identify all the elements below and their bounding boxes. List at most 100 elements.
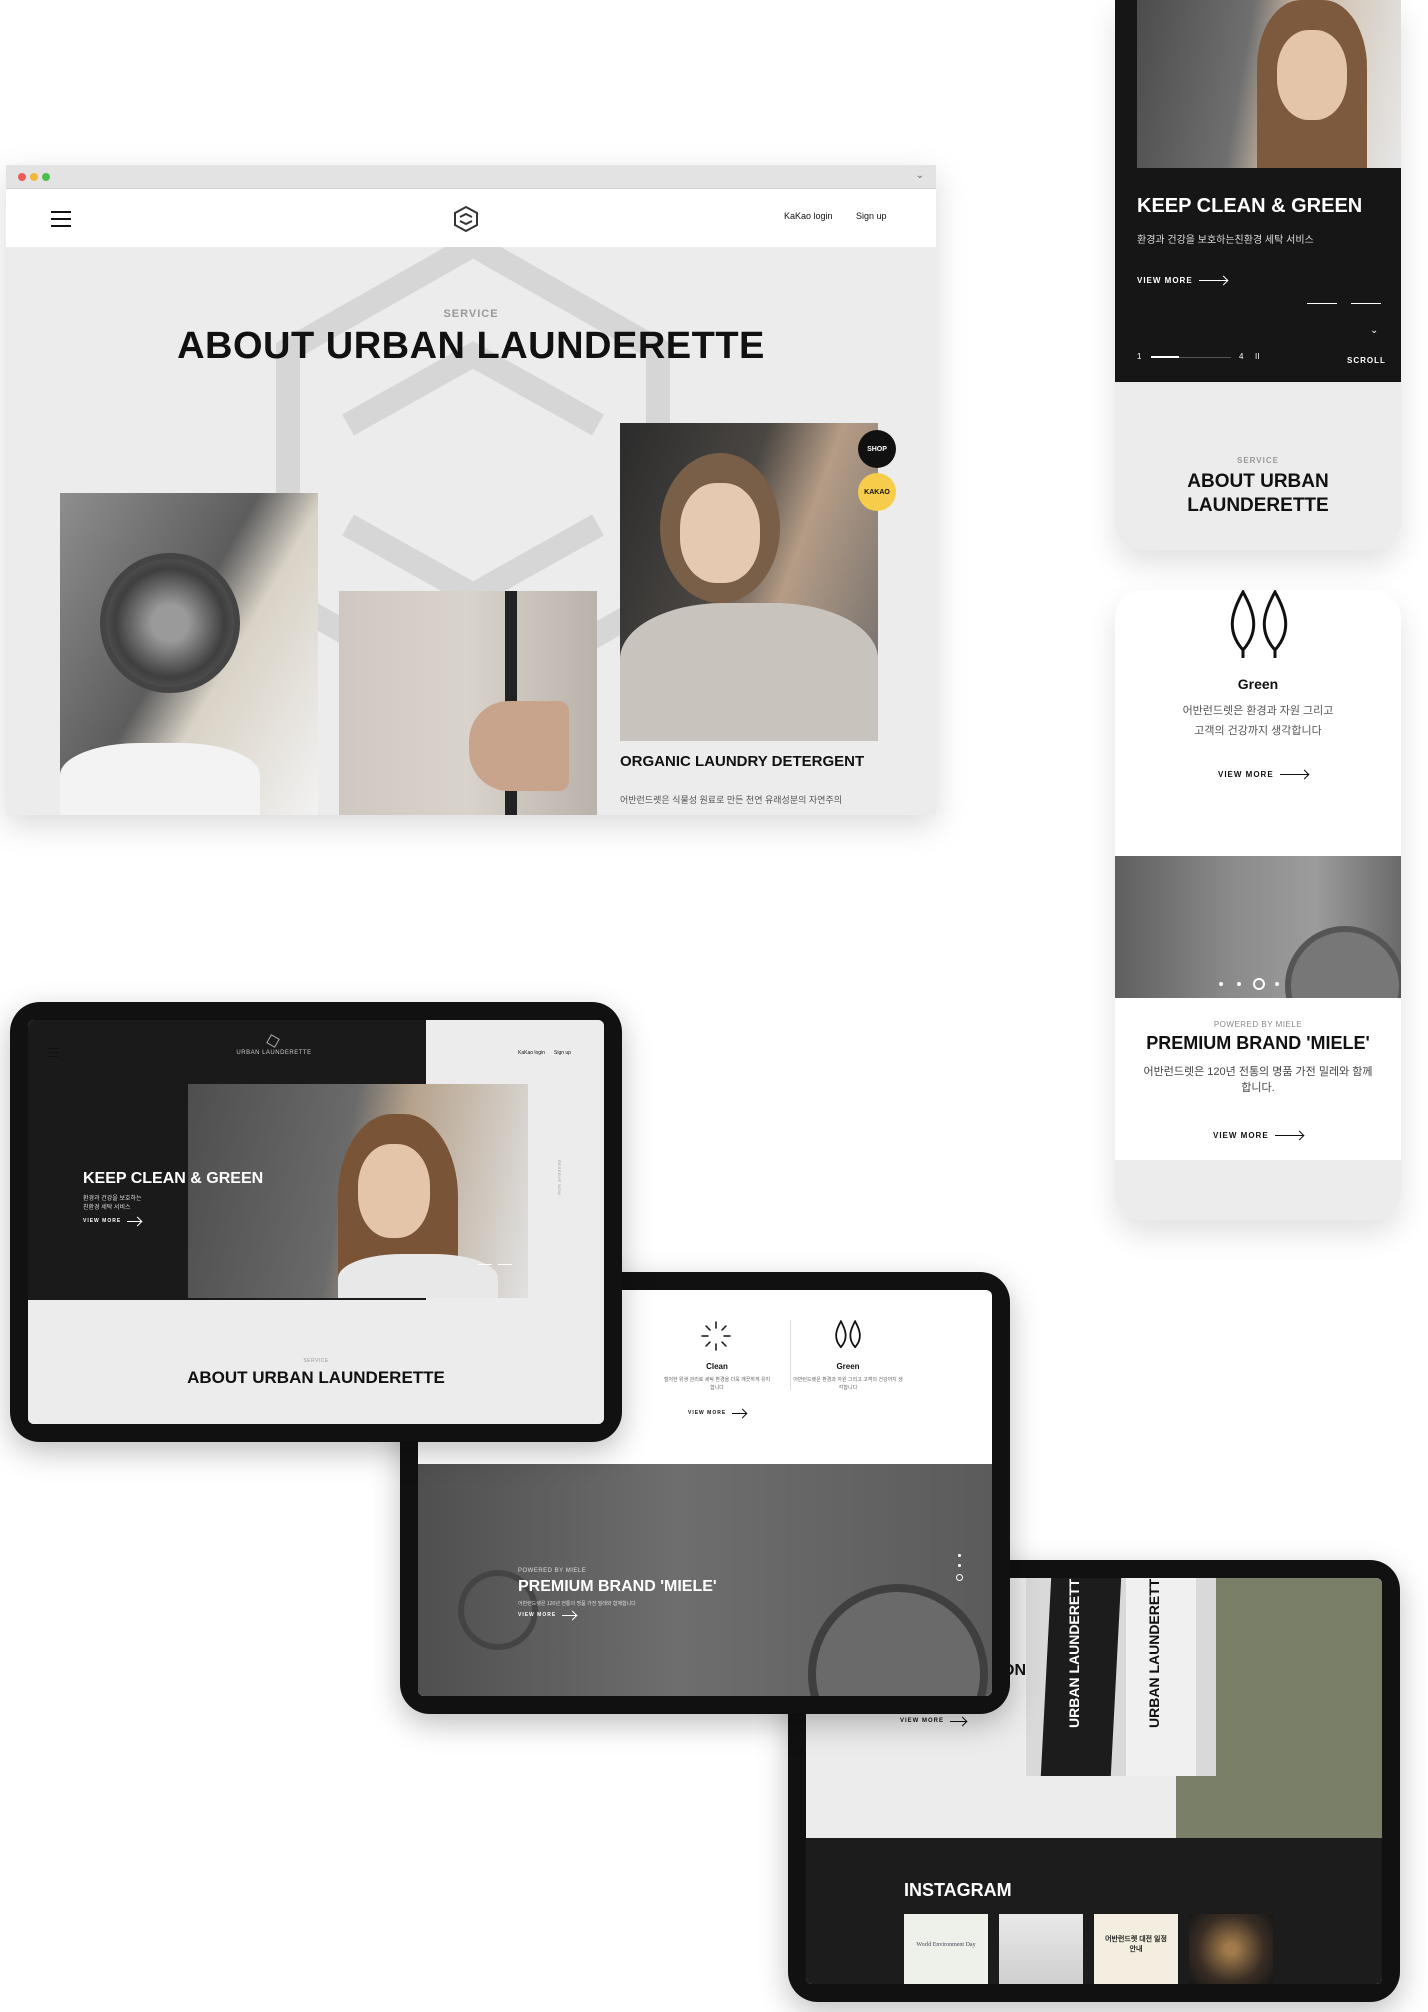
- miele-banner: POWERED BY MIELE PREMIUM BRAND 'MIELE' 어…: [418, 1464, 992, 1696]
- clean-feature-title: Clean: [706, 1362, 728, 1371]
- mobile-features-mockup: Green 어반런드렛은 환경과 자원 그리고 고객의 건강까지 생각합니다 V…: [1115, 590, 1401, 1220]
- view-more-label: VIEW MORE: [83, 1218, 122, 1224]
- mobile-hero-title: KEEP CLEAN & GREEN: [1137, 195, 1363, 217]
- arrow-right-icon: [1279, 774, 1308, 775]
- slide-dot-active[interactable]: [1253, 978, 1265, 990]
- view-more-label: VIEW MORE: [1137, 276, 1193, 285]
- sparkle-clean-icon: [701, 1321, 731, 1351]
- view-more-label: VIEW MORE: [1213, 1131, 1269, 1140]
- minimize-window-dot[interactable]: [30, 173, 38, 181]
- slide-dot-active[interactable]: [956, 1574, 963, 1581]
- chevron-down-icon[interactable]: ⌄: [1370, 325, 1378, 336]
- mobile-hero-section: KEEP CLEAN & GREEN 환경과 건강을 보호하는친환경 세탁 서비…: [1115, 0, 1401, 382]
- kakao-login-link[interactable]: KaKao login: [784, 211, 833, 221]
- instagram-post-3[interactable]: 어반런드렛 대전 일정 안내: [1094, 1914, 1178, 1984]
- next-arrow-icon[interactable]: [498, 1264, 512, 1265]
- next-arrow-icon[interactable]: [1351, 303, 1381, 304]
- sign-up-link[interactable]: Sign up: [856, 211, 887, 221]
- slide-dot[interactable]: [1237, 982, 1241, 986]
- green-desc-line2: 고객의 건강까지 생각합니다: [1194, 725, 1322, 737]
- kakao-badge-button[interactable]: KAKAO: [858, 473, 896, 511]
- slide-dot[interactable]: [958, 1554, 961, 1557]
- hamburger-menu-icon[interactable]: [48, 1048, 58, 1057]
- washer-door-shape: [1285, 926, 1401, 998]
- instagram-section: INSTAGRAM World Environment Day 어반런드렛 대전…: [806, 1838, 1382, 1984]
- features-view-more-link[interactable]: VIEW MORE: [688, 1410, 747, 1416]
- desktop-browser-mockup: ⌄ KaKao login Sign up SERVICE ABOUT URBA…: [6, 165, 936, 815]
- clean-feature-desc: 철저한 위생 관리로 세탁 환경을 더욱 깨끗하게 유지합니다: [663, 1377, 771, 1391]
- face-shape: [358, 1144, 430, 1238]
- white-laundry-shape: [60, 743, 260, 815]
- arrow-right-icon: [127, 1220, 142, 1222]
- sign-up-link[interactable]: Sign up: [554, 1050, 571, 1056]
- washer-door-shape: [100, 553, 240, 693]
- view-more-label: VIEW MORE: [1218, 770, 1274, 779]
- top-navigation-bar: KaKao login Sign up: [6, 189, 936, 247]
- kakao-login-link[interactable]: KaKao login: [518, 1050, 545, 1056]
- powered-by-label: POWERED BY MIELE: [518, 1568, 587, 1574]
- post-3-caption: 어반런드렛 대전 일정 안내: [1105, 1936, 1167, 1953]
- tablet-screen: URBAN LAUNDERETTE KaKao login Sign up KE…: [28, 1020, 604, 1424]
- bag-print-white: URBAN LAUNDERETTE: [1146, 1578, 1162, 1728]
- bags-photo: URBAN LAUNDERETTE URBAN LAUNDERETTE: [1026, 1578, 1216, 1776]
- section-eyebrow: SERVICE: [443, 308, 499, 320]
- green-feature-title: Green: [836, 1362, 860, 1371]
- logo-icon[interactable]: [453, 205, 479, 233]
- view-more-label: VIEW MORE: [688, 1410, 727, 1416]
- slide-dot[interactable]: [1275, 982, 1279, 986]
- view-more-label: VIEW MORE: [518, 1612, 557, 1618]
- pager-end: 4: [1239, 352, 1244, 361]
- tablet-about-title: ABOUT URBAN LAUNDERETTE: [187, 1368, 445, 1387]
- section-title: ABOUT URBAN LAUNDERETTE: [177, 325, 765, 367]
- leaf-icon: [835, 1320, 861, 1349]
- view-more-label: VIEW MORE: [900, 1718, 945, 1724]
- washer-door-shape: [808, 1584, 988, 1696]
- instagram-post-1[interactable]: World Environment Day: [904, 1914, 988, 1984]
- hamburger-menu-icon[interactable]: [51, 211, 71, 227]
- close-window-dot[interactable]: [18, 173, 26, 181]
- browser-titlebar: ⌄: [6, 165, 936, 189]
- instagram-post-4[interactable]: [1189, 1914, 1273, 1984]
- tablet-view-more-link[interactable]: VIEW MORE: [83, 1218, 142, 1224]
- tablet-hero-sub-line1: 환경과 건강을 보호하는: [83, 1196, 142, 1202]
- mobile-hero-photo: [1137, 0, 1401, 168]
- arrow-right-icon: [1274, 1135, 1303, 1136]
- green-feature-title: Green: [1237, 676, 1279, 692]
- instagram-post-2[interactable]: [999, 1914, 1083, 1984]
- arrow-right-icon: [562, 1614, 577, 1616]
- premium-view-more-link[interactable]: VIEW MORE: [518, 1612, 577, 1618]
- hand-shape: [469, 701, 569, 791]
- post-1-caption: World Environment Day: [916, 1942, 976, 1948]
- maximize-window-dot[interactable]: [42, 173, 50, 181]
- control-panel-photo: [339, 591, 597, 815]
- instagram-title: INSTAGRAM: [904, 1880, 1012, 1900]
- premium-brand-title: PREMIUM BRAND 'MIELE': [518, 1578, 717, 1595]
- prev-arrow-icon[interactable]: [478, 1264, 492, 1265]
- arrow-right-icon: [1198, 280, 1227, 281]
- tablet-hero-title: KEEP CLEAN & GREEN: [83, 1170, 264, 1187]
- chevron-down-icon[interactable]: ⌄: [916, 170, 924, 181]
- prev-arrow-icon[interactable]: [1307, 303, 1337, 304]
- leaf-icon: [1230, 590, 1288, 658]
- tablet3-view-more-link[interactable]: VIEW MORE: [900, 1718, 967, 1724]
- mobile-about-title: ABOUT URBAN LAUNDERETTE: [1187, 471, 1329, 516]
- phone-bottom-band: [1115, 1160, 1401, 1220]
- sweater-shape: [620, 603, 878, 741]
- slide-dot[interactable]: [1219, 982, 1223, 986]
- face-shape: [680, 483, 760, 583]
- washing-machine-photo: [60, 493, 318, 815]
- tablet-section-eyebrow: SERVICE: [303, 1358, 329, 1364]
- card-title: ORGANIC LAUNDRY DETERGENT: [620, 753, 865, 770]
- premium-view-more-link[interactable]: VIEW MORE: [1213, 1131, 1303, 1140]
- green-view-more-link[interactable]: VIEW MORE: [1218, 770, 1308, 779]
- premium-brand-title: PREMIUM BRAND 'MIELE': [1146, 1033, 1370, 1053]
- slide-dot[interactable]: [958, 1564, 961, 1567]
- powered-by-label: POWERED BY MIELE: [1213, 1020, 1303, 1029]
- mobile-view-more-link[interactable]: VIEW MORE: [1137, 276, 1227, 285]
- green-feature-desc: 어반런드렛은 환경과 자원 그리고 고객의 건강까지 생각합니다: [793, 1377, 903, 1391]
- arrow-right-icon: [950, 1720, 967, 1722]
- face-shape: [1277, 30, 1347, 120]
- pause-icon[interactable]: II: [1255, 352, 1259, 361]
- premium-desc-line2: 합니다.: [1241, 1082, 1275, 1094]
- shop-badge-button[interactable]: SHOP: [858, 430, 896, 468]
